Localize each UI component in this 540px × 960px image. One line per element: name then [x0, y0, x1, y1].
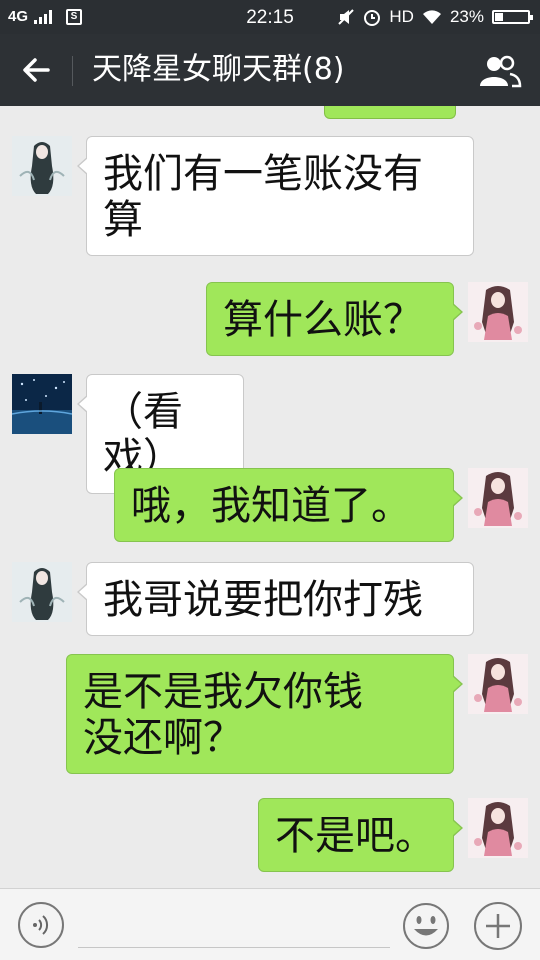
message-line: 没还啊？ [83, 715, 243, 761]
input-bar [0, 888, 540, 960]
chat-title: 天降星女聊天群(8) [92, 52, 345, 87]
avatar-girl-pink-image [468, 282, 528, 342]
message-bubble-outgoing[interactable]: 算什么账？ [206, 282, 463, 356]
voice-input-button[interactable] [18, 902, 64, 948]
avatar[interactable] [468, 282, 528, 342]
avatar-girl-ghost-image [12, 562, 72, 622]
mute-icon [338, 9, 355, 25]
avatar-girl-ghost-image [12, 136, 72, 196]
avatar[interactable] [12, 562, 72, 622]
voice-input-icon [33, 915, 49, 935]
wifi-icon [422, 10, 441, 24]
message-bubble-outgoing[interactable]: 是不是我欠你钱 没还啊？ [66, 654, 463, 774]
message-line: 算什么账？ [223, 297, 423, 343]
avatar[interactable] [12, 374, 72, 434]
message-line: 我哥说要把你打残 [103, 577, 423, 623]
status-bar: 4G S 22:15 HD 23% [0, 0, 540, 34]
hd-indicator: HD [389, 7, 414, 26]
avatar[interactable] [12, 136, 72, 196]
message-line: 不是吧。 [275, 813, 435, 859]
message-bubble-incoming[interactable]: 我哥说要把你打残 [77, 562, 474, 636]
message-line: 我们有一笔账没有 [103, 151, 423, 197]
avatar-night-sky-image [12, 374, 72, 434]
avatar-girl-pink-image [468, 798, 528, 858]
plus-icon [486, 914, 510, 938]
avatar[interactable] [468, 654, 528, 714]
message-line: 算 [103, 197, 143, 243]
message-line: 哦，我知道了。 [131, 483, 411, 529]
battery-icon [492, 10, 533, 24]
group-members-icon[interactable] [478, 54, 522, 88]
chat-header: 天降星女聊天群(8) [0, 34, 540, 106]
previous-message-fragment [324, 106, 456, 119]
more-options-button[interactable] [474, 902, 522, 950]
message-bubble-incoming[interactable]: 我们有一笔账没有 算 [77, 136, 474, 256]
avatar[interactable] [468, 798, 528, 858]
avatar-girl-pink-image [468, 468, 528, 528]
emoji-smile-icon[interactable] [402, 902, 450, 950]
message-input[interactable] [78, 903, 390, 948]
avatar[interactable] [468, 468, 528, 528]
arrow-left-icon[interactable] [18, 52, 54, 88]
message-bubble-outgoing[interactable]: 哦，我知道了。 [114, 468, 463, 542]
battery-percent: 23% [449, 7, 484, 26]
message-line: 是不是我欠你钱 [83, 669, 363, 715]
header-divider [72, 56, 73, 86]
avatar-girl-pink-image [468, 654, 528, 714]
alarm-icon [364, 10, 381, 26]
message-bubble-outgoing[interactable]: 不是吧。 [258, 798, 463, 872]
